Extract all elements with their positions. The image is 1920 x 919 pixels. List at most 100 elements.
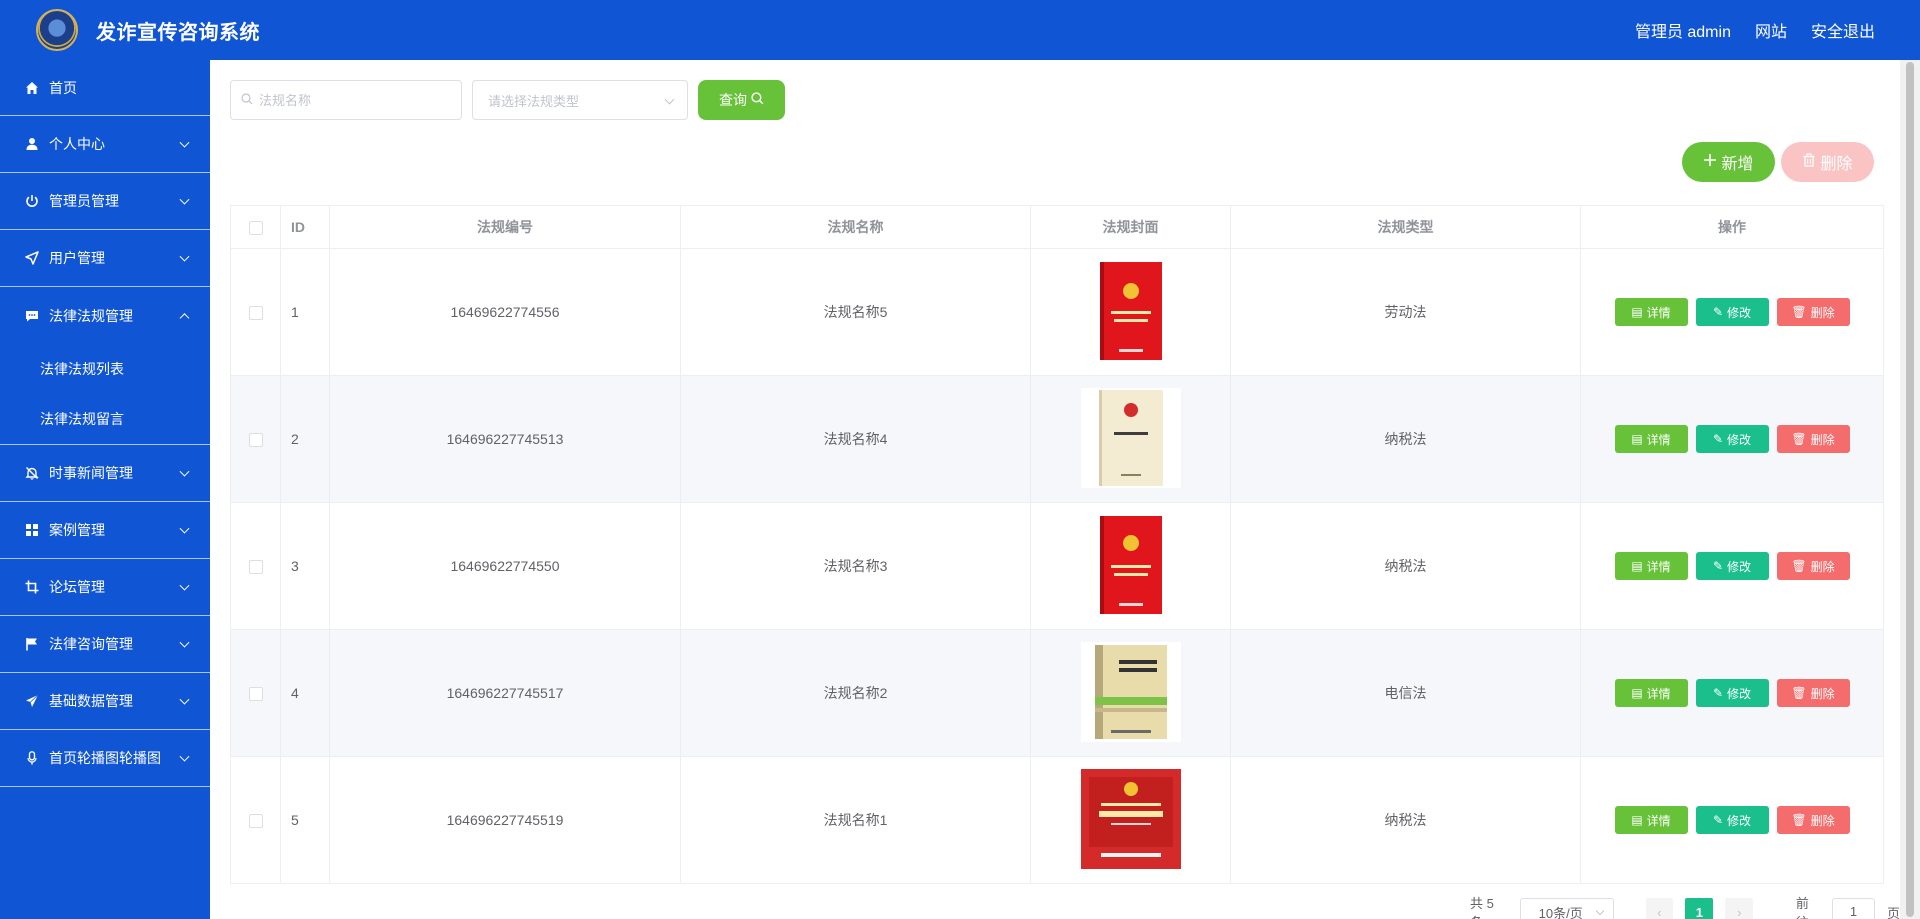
delete-button[interactable]: 🗑 删除 bbox=[1776, 425, 1850, 453]
vertical-scrollbar[interactable] bbox=[1900, 60, 1920, 919]
law-table: ID 法规编号 法规名称 法规封面 法规类型 操作 1 164696227745… bbox=[230, 205, 1884, 884]
app-title: 发诈宣传咨询系统 bbox=[96, 21, 260, 44]
page-number-current[interactable]: 1 bbox=[1685, 898, 1714, 919]
row-checkbox[interactable] bbox=[248, 814, 263, 829]
sidebar-item-personal-center[interactable]: 个人中心 bbox=[0, 116, 210, 173]
chevron-down-icon bbox=[179, 580, 190, 591]
sidebar-item-label: 论坛管理 bbox=[49, 579, 105, 595]
sidebar-item-consult-management[interactable]: 法律咨询管理 bbox=[0, 616, 210, 673]
sidebar-item-admin-management[interactable]: 管理员管理 bbox=[0, 173, 210, 230]
scrollbar-thumb[interactable] bbox=[1906, 62, 1914, 917]
detail-button[interactable]: ▤ 详情 bbox=[1614, 425, 1688, 453]
row-name: 法规名称5 bbox=[680, 248, 1031, 376]
delete-button[interactable]: 🗑 删除 bbox=[1776, 806, 1850, 834]
edit-button[interactable]: ✎ 修改 bbox=[1695, 425, 1769, 453]
row-type: 劳动法 bbox=[1230, 248, 1581, 376]
add-button[interactable]: 新增 bbox=[1682, 142, 1775, 182]
sidebar-item-label: 基础数据管理 bbox=[49, 693, 133, 709]
sidebar-item-home[interactable]: 首页 bbox=[0, 60, 210, 116]
row-id: 5 bbox=[280, 756, 330, 884]
sidebar-item-news-management[interactable]: 时事新闻管理 bbox=[0, 445, 210, 502]
sidebar-item-label: 首页 bbox=[49, 79, 77, 96]
edit-button[interactable]: ✎ 修改 bbox=[1695, 298, 1769, 326]
pencil-icon: ✎ bbox=[1712, 559, 1724, 573]
sidebar-item-label: 首页轮播图轮播图 bbox=[49, 750, 161, 766]
navigation-icon bbox=[24, 250, 40, 266]
page-suffix: 页 bbox=[1886, 905, 1900, 919]
admin-label: 管理员 admin bbox=[1634, 24, 1731, 41]
chevron-down-icon bbox=[179, 251, 190, 262]
chevron-down-icon bbox=[664, 94, 675, 105]
law-name-search[interactable] bbox=[230, 80, 462, 120]
law-type-select[interactable]: 请选择法规类型 bbox=[472, 80, 688, 120]
pencil-icon: ✎ bbox=[1712, 432, 1724, 446]
goto-label: 前往 bbox=[1795, 896, 1809, 919]
law-cover-image bbox=[1080, 387, 1181, 488]
detail-button[interactable]: ▤ 详情 bbox=[1614, 679, 1688, 707]
row-checkbox[interactable] bbox=[248, 433, 263, 448]
column-header: 法规封面 bbox=[1030, 205, 1231, 249]
row-code: 16469622774556 bbox=[329, 248, 681, 376]
delete-button[interactable]: 🗑 删除 bbox=[1776, 679, 1850, 707]
chevron-down-icon bbox=[179, 637, 190, 648]
sidebar-item-base-data-management[interactable]: 基础数据管理 bbox=[0, 673, 210, 730]
select-all-cell bbox=[230, 205, 281, 249]
detail-button[interactable]: ▤ 详情 bbox=[1614, 298, 1688, 326]
column-header: 操作 bbox=[1580, 205, 1884, 249]
select-all-checkbox[interactable] bbox=[248, 221, 263, 236]
edit-button[interactable]: ✎ 修改 bbox=[1695, 806, 1769, 834]
delete-button[interactable]: 🗑 删除 bbox=[1776, 552, 1850, 580]
trash-icon: 🗑 bbox=[1791, 432, 1807, 446]
trash-icon bbox=[1802, 152, 1816, 172]
sidebar: 首页 个人中心 管理员管理 用户管理 法律法规管理 法律法规列表 法律法规留言 bbox=[0, 60, 210, 919]
row-checkbox[interactable] bbox=[248, 560, 263, 575]
row-type: 电信法 bbox=[1230, 629, 1581, 757]
sidebar-item-label: 用户管理 bbox=[49, 250, 105, 266]
sidebar-item-user-management[interactable]: 用户管理 bbox=[0, 230, 210, 287]
edit-button[interactable]: ✎ 修改 bbox=[1695, 679, 1769, 707]
detail-button[interactable]: ▤ 详情 bbox=[1614, 806, 1688, 834]
detail-button[interactable]: ▤ 详情 bbox=[1614, 552, 1688, 580]
prev-page-button[interactable]: ‹ bbox=[1645, 898, 1674, 919]
bell-off-icon bbox=[24, 465, 40, 481]
edit-button[interactable]: ✎ 修改 bbox=[1695, 552, 1769, 580]
row-name: 法规名称2 bbox=[680, 629, 1031, 757]
sidebar-item-forum-management[interactable]: 论坛管理 bbox=[0, 559, 210, 616]
chevron-down-icon bbox=[179, 137, 190, 148]
query-button[interactable]: 查询 bbox=[698, 80, 785, 120]
site-link[interactable]: 网站 bbox=[1755, 18, 1787, 42]
law-cover-image bbox=[1081, 514, 1181, 615]
chevron-right-icon: › bbox=[1737, 904, 1742, 919]
app-logo bbox=[36, 9, 78, 51]
goto-page-input[interactable]: 1 bbox=[1832, 898, 1875, 919]
sidebar-item-label: 管理员管理 bbox=[49, 193, 119, 209]
chevron-down-icon bbox=[1595, 906, 1605, 916]
row-name: 法规名称3 bbox=[680, 502, 1031, 630]
sidebar-item-case-management[interactable]: 案例管理 bbox=[0, 502, 210, 559]
chevron-down-icon bbox=[179, 751, 190, 762]
batch-delete-button: 删除 bbox=[1781, 142, 1874, 182]
top-header: 发诈宣传咨询系统 管理员 admin 网站 安全退出 bbox=[0, 0, 1920, 60]
table-header-row: ID 法规编号 法规名称 法规封面 法规类型 操作 bbox=[230, 205, 1884, 249]
home-icon bbox=[24, 80, 40, 96]
header-nav: 管理员 admin 网站 安全退出 bbox=[1635, 18, 1875, 42]
chevron-up-icon bbox=[179, 312, 190, 323]
column-header: 法规类型 bbox=[1230, 205, 1581, 249]
chevron-down-icon bbox=[179, 523, 190, 534]
sidebar-subitem-law-comments[interactable]: 法律法规留言 bbox=[0, 394, 210, 444]
row-checkbox[interactable] bbox=[248, 306, 263, 321]
row-checkbox[interactable] bbox=[248, 687, 263, 702]
logout-link[interactable]: 安全退出 bbox=[1811, 18, 1875, 42]
sidebar-subitem-law-list[interactable]: 法律法规列表 bbox=[0, 344, 210, 394]
page-size-select[interactable]: 10条/页 bbox=[1519, 898, 1615, 919]
row-id: 3 bbox=[280, 502, 330, 630]
law-submenu: 法律法规列表 法律法规留言 bbox=[0, 344, 210, 445]
row-type: 纳税法 bbox=[1230, 502, 1581, 630]
next-page-button[interactable]: › bbox=[1725, 898, 1754, 919]
delete-button[interactable]: 🗑 删除 bbox=[1776, 298, 1850, 326]
table-row: 3 16469622774550 法规名称3 纳税法 ▤ 详情 ✎ 修改 🗑 删除 bbox=[230, 502, 1884, 630]
sidebar-item-carousel-management[interactable]: 首页轮播图轮播图 bbox=[0, 730, 210, 787]
column-header: 法规名称 bbox=[680, 205, 1031, 249]
law-name-input[interactable] bbox=[259, 92, 439, 108]
sidebar-item-law-management[interactable]: 法律法规管理 bbox=[0, 287, 210, 344]
